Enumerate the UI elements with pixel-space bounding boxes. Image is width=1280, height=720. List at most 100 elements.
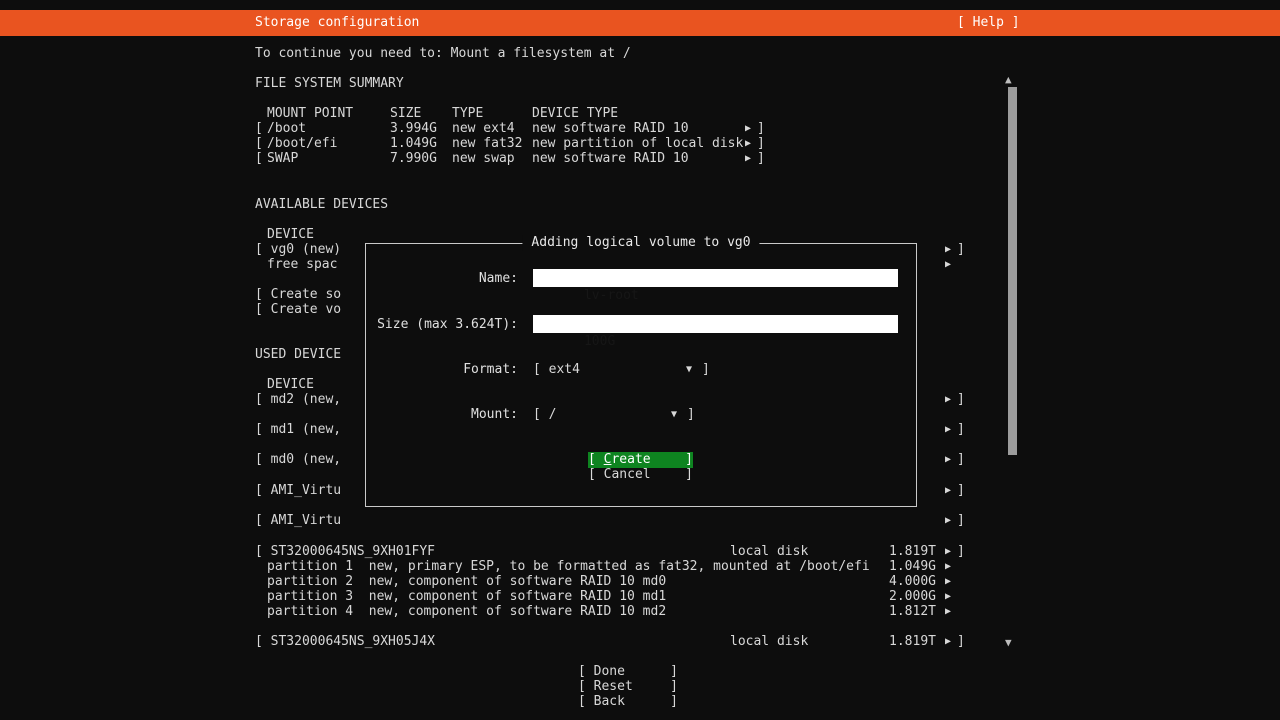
partition-desc: partition 2 new, component of software R… [267, 574, 666, 589]
device-type: new software RAID 10 [532, 121, 689, 136]
disk-label: [ ST32000645NS_9XH05J4X [255, 634, 435, 649]
bracket: ] [957, 422, 965, 437]
back-button[interactable]: [ Back ] [578, 694, 678, 710]
name-value: lv-root [584, 288, 639, 303]
bracket: ] [685, 467, 693, 483]
size-input[interactable]: 100G [533, 315, 898, 333]
expand-icon: ▶ [945, 483, 951, 498]
vg0-label: [ vg0 (new) [255, 242, 341, 257]
bracket: ] [757, 151, 765, 166]
disk-size: 1.819T [850, 544, 936, 559]
bracket: ] [757, 121, 765, 136]
bracket: ] [957, 392, 965, 407]
expand-icon: ▶ [945, 513, 951, 528]
create-button[interactable]: [ Create ] [588, 452, 693, 468]
fs-summary-title-text: FILE SYSTEM SUMMARY [255, 76, 404, 91]
done-button[interactable]: [ Done ] [578, 664, 678, 680]
fs-summary-title: FILE SYSTEM SUMMARY [0, 76, 1280, 91]
col-size: SIZE [390, 106, 421, 121]
mount-point: /boot [267, 121, 306, 136]
bracket: ] [957, 242, 965, 257]
name-input[interactable]: lv-root [533, 269, 898, 287]
partition-row-1[interactable]: partition 1 new, primary ESP, to be form… [0, 559, 1280, 574]
format-select[interactable]: [ ext4 ▼ ] [366, 362, 916, 377]
fs-row-boot-efi[interactable]: [ /boot/efi 1.049G new fat32 new partiti… [0, 136, 1280, 151]
size: 3.994G [390, 121, 437, 136]
bracket: ] [957, 634, 965, 649]
row-disk-2[interactable]: [ ST32000645NS_9XH05J4X local disk 1.819… [0, 634, 1280, 649]
expand-icon: ▶ [945, 559, 951, 574]
mount-value: [ / [533, 407, 556, 422]
bracket: ] [670, 694, 678, 710]
free-space-label: free spac [267, 257, 337, 272]
bracket: ] [957, 483, 965, 498]
bracket: ] [957, 544, 965, 559]
size: 7.990G [390, 151, 437, 166]
row-disk-1[interactable]: [ ST32000645NS_9XH01FYF local disk 1.819… [0, 544, 1280, 559]
page-title: Storage configuration [255, 10, 419, 36]
bracket: ] [957, 452, 965, 467]
reset-label: [ Reset [578, 679, 633, 695]
available-devices-title: AVAILABLE DEVICES [0, 197, 1280, 212]
format-value: [ ext4 [533, 362, 580, 377]
title-bar: Storage configuration [ Help ] [0, 10, 1280, 36]
col-device-type: DEVICE TYPE [532, 106, 618, 121]
md2-label: [ md2 (new, [255, 392, 341, 407]
create-label: [ Create [588, 452, 651, 468]
md1-label: [ md1 (new, [255, 422, 341, 437]
scroll-up-icon[interactable]: ▲ [1005, 73, 1012, 86]
partition-desc: partition 1 new, primary ESP, to be form… [267, 559, 870, 574]
partition-desc: partition 3 new, component of software R… [267, 589, 666, 604]
scrollbar-thumb[interactable] [1008, 87, 1017, 455]
chevron-down-icon: ▼ [671, 407, 677, 422]
type: new fat32 [452, 136, 522, 151]
partition-desc: partition 4 new, component of software R… [267, 604, 666, 619]
continue-notice-text: To continue you need to: Mount a filesys… [255, 46, 631, 61]
expand-icon: ▶ [945, 634, 951, 649]
partition-size: 2.000G [850, 589, 936, 604]
used-device-title-text: USED DEVICE [255, 347, 341, 362]
partition-row-2[interactable]: partition 2 new, component of software R… [0, 574, 1280, 589]
reset-button[interactable]: [ Reset ] [578, 679, 678, 695]
expand-icon: ▶ [745, 121, 751, 136]
chevron-down-icon: ▼ [686, 362, 692, 377]
partition-size: 1.049G [850, 559, 936, 574]
disk-label: [ ST32000645NS_9XH01FYF [255, 544, 435, 559]
partition-row-3[interactable]: partition 3 new, component of software R… [0, 589, 1280, 604]
partition-size: 1.812T [850, 604, 936, 619]
name-label: Name: [366, 271, 518, 286]
row-ami-virtual-2[interactable]: [ AMI_Virtu ▶ ] [0, 513, 1280, 528]
expand-icon: ▶ [745, 151, 751, 166]
available-devices-title-text: AVAILABLE DEVICES [255, 197, 388, 212]
col-mount-point: MOUNT POINT [267, 106, 353, 121]
expand-icon: ▶ [945, 242, 951, 257]
partition-row-4[interactable]: partition 4 new, component of software R… [0, 604, 1280, 619]
type: new ext4 [452, 121, 515, 136]
expand-icon: ▶ [945, 544, 951, 559]
ami-virtual-label: [ AMI_Virtu [255, 513, 341, 528]
done-label: [ Done [578, 664, 625, 680]
scroll-down-icon[interactable]: ▼ [1005, 636, 1012, 649]
cancel-button[interactable]: [ Cancel ] [588, 467, 693, 483]
col-type: TYPE [452, 106, 483, 121]
ami-virtual-label: [ AMI_Virtu [255, 483, 341, 498]
mount-point: SWAP [267, 151, 298, 166]
help-button[interactable]: [ Help ] [957, 10, 1020, 36]
col-device: DEVICE [267, 227, 314, 242]
device-type: new partition of local disk [532, 136, 743, 151]
fs-row-boot[interactable]: [ /boot 3.994G new ext4 new software RAI… [0, 121, 1280, 136]
bracket: [ [255, 151, 263, 166]
fs-row-swap[interactable]: [ SWAP 7.990G new swap new software RAID… [0, 151, 1280, 166]
expand-icon: ▶ [745, 136, 751, 151]
fs-summary-header: MOUNT POINT SIZE TYPE DEVICE TYPE [0, 106, 1280, 121]
col-device: DEVICE [267, 377, 314, 392]
expand-icon: ▶ [945, 589, 951, 604]
mount-select[interactable]: [ / ▼ ] [366, 407, 916, 422]
back-label: [ Back [578, 694, 625, 710]
size: 1.049G [390, 136, 437, 151]
size-label: Size (max 3.624T): [366, 317, 518, 332]
expand-icon: ▶ [945, 257, 951, 272]
partition-size: 4.000G [850, 574, 936, 589]
expand-icon: ▶ [945, 452, 951, 467]
bracket: ] [685, 452, 693, 468]
